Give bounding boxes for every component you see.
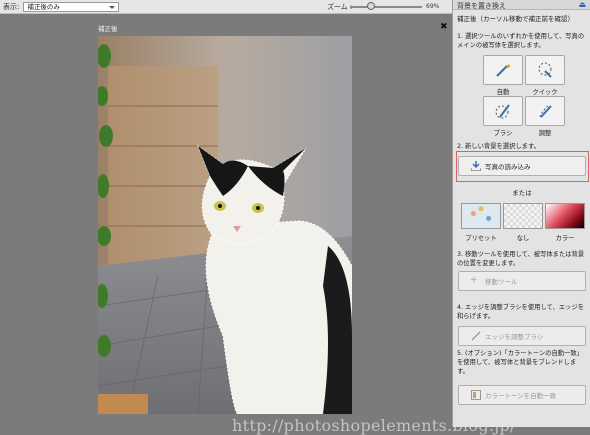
step3-text: 3. 移動ツールを使用して、被写体または背景の位置を変更します。 [457, 251, 585, 267]
refine-select-label: 調整 [538, 130, 552, 137]
cat-photo[interactable] [98, 36, 352, 414]
color-background-thumb[interactable] [545, 203, 585, 229]
view-label: 表示: [3, 2, 20, 11]
zoom-label: ズーム : [327, 3, 353, 11]
canvas-caption: 補正後 [98, 25, 118, 33]
chevron-down-icon [109, 5, 116, 9]
match-tone-icon [471, 390, 481, 400]
step2-text: 2. 新しい背景を選択します。 [457, 143, 540, 150]
auto-match-tone-button[interactable]: カラートーンを自動一致 [458, 385, 586, 405]
panel-title: 背景を置き換え [457, 2, 506, 10]
zoom-slider-thumb[interactable] [367, 2, 375, 10]
view-mode-dropdown[interactable]: 補正後のみ [23, 1, 120, 12]
canvas-area: 補正後 ✖ http://photoshopelements.blog.jp/ [0, 14, 515, 435]
auto-select-label: 自動 [496, 89, 510, 96]
svg-text:✦: ✦ [505, 62, 512, 71]
step1-text: 1. 選択ツールのいずれかを使用して、写真のメインの被写体を選択します。 [457, 33, 585, 49]
zoom-value: 69% [426, 3, 440, 10]
quick-select-icon [538, 62, 552, 78]
auto-match-tone-label: カラートーンを自動一致 [485, 392, 557, 400]
import-photo-label: 写真の読み込み [485, 163, 531, 171]
refine-brush-icon [539, 105, 552, 118]
view-mode-value: 補正後のみ [27, 2, 60, 11]
preset-background-thumb[interactable] [461, 203, 501, 229]
auto-select-button[interactable]: ✦ [483, 55, 523, 85]
quick-select-label: クイック [532, 89, 558, 96]
step4-text: 4. エッジを調整ブラシを使用して、エッジを和らげます。 [457, 304, 585, 320]
quick-select-button[interactable] [525, 55, 565, 85]
move-tool-label: 移動ツール [485, 278, 518, 286]
panel-subtitle: 補正後（カーソル移動で補正前を確認） [457, 15, 574, 23]
replace-background-panel: 背景を置き換え ⏏ 補正後（カーソル移動で補正前を確認） 1. 選択ツールのいず… [452, 0, 590, 427]
brush-select-icon [495, 104, 510, 119]
zoom-slider-track[interactable] [350, 6, 422, 8]
no-background-label: なし [516, 235, 530, 242]
brush-select-button[interactable] [483, 96, 523, 126]
refine-select-button[interactable] [525, 96, 565, 126]
refine-edge-brush-button[interactable]: エッジを調整ブラシ [458, 326, 586, 346]
no-background-thumb[interactable] [503, 203, 543, 229]
or-label: または [512, 189, 532, 197]
move-icon: ✣ [471, 276, 477, 284]
preset-background-label: プリセット [465, 235, 497, 242]
magic-wand-icon: ✦ [496, 62, 512, 77]
panel-toggle-icon[interactable]: ⏏ [578, 0, 586, 9]
close-icon[interactable]: ✖ [440, 22, 448, 32]
step5-text: 5. (オプション)「カラートーンの自動一致」を使用して、被写体と背景をブレンド… [457, 350, 583, 375]
import-icon [470, 161, 482, 172]
import-photo-button[interactable]: 写真の読み込み [458, 156, 586, 176]
brush-select-label: ブラシ [493, 130, 513, 137]
refine-edge-brush-icon [471, 331, 481, 341]
move-tool-button[interactable]: ✣ 移動ツール [458, 271, 586, 291]
refine-edge-brush-label: エッジを調整ブラシ [485, 333, 544, 341]
panel-header: 背景を置き換え ⏏ [453, 0, 590, 10]
view-toolbar: 表示: 補正後のみ ズーム : 69% [0, 0, 452, 14]
color-background-label: カラー [555, 235, 575, 242]
cat-photo-image [98, 36, 352, 414]
